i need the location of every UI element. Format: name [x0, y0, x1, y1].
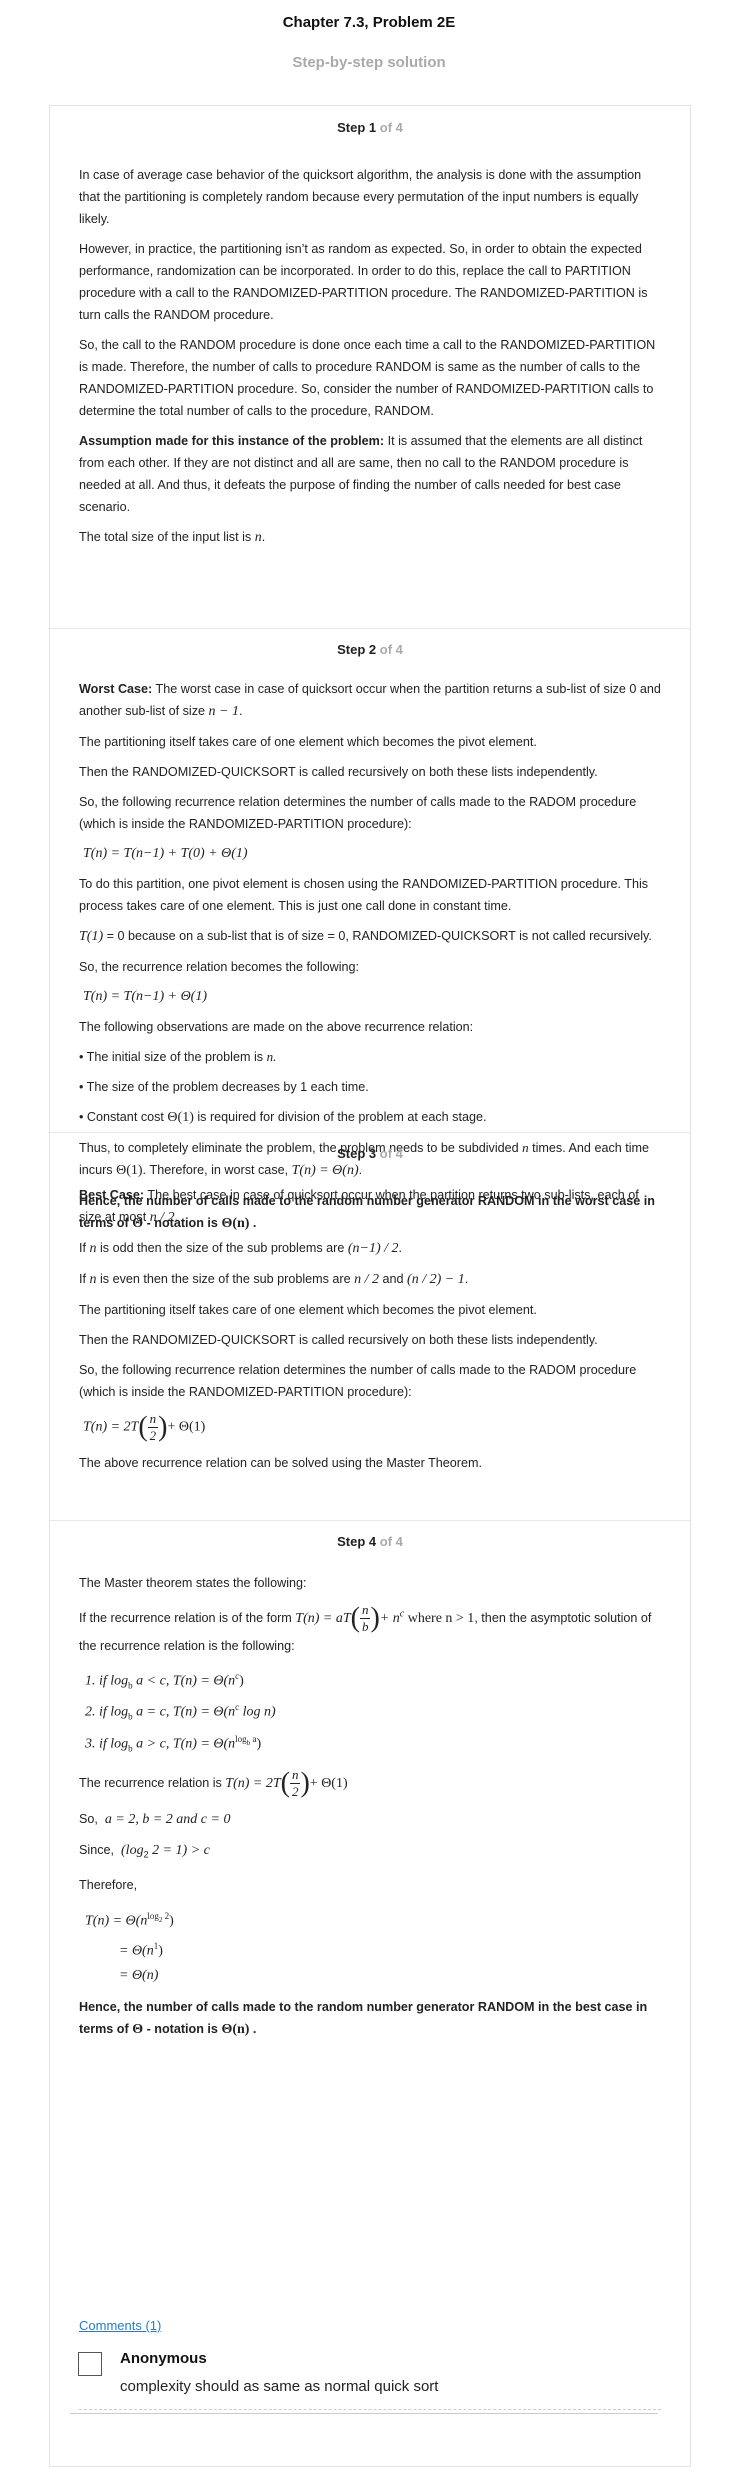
- recurrence-equation: T(n) = T(n−1) + T(0) + Θ(1): [83, 846, 248, 861]
- step-1: Step 1 of 4 In case of average case beha…: [50, 106, 690, 629]
- step-1-input-size: The total size of the input list is n.: [79, 530, 266, 545]
- page-subtitle: Step-by-step solution: [292, 54, 446, 71]
- observation-item: • Constant cost Θ(1) is required for div…: [79, 1110, 487, 1125]
- step-3-paragraph: If n is even then the size of the sub pr…: [79, 1272, 469, 1287]
- step-4-paragraph: Therefore,: [79, 1877, 138, 1892]
- step-4-paragraph: So, a = 2, b = 2 and c = 0: [79, 1812, 231, 1828]
- best-case-paragraph: Best Case: The best case in case of quic…: [79, 1188, 639, 1225]
- step-2: Step 2 of 4 Worst Case: The worst case i…: [50, 628, 690, 1231]
- step-1-heading: Step 1 of 4: [337, 120, 403, 135]
- step-2-paragraph: So, the following recurrence relation de…: [79, 795, 637, 831]
- page-title: Chapter 7.3, Problem 2E: [282, 14, 456, 31]
- comment-author: Anonymous: [120, 2350, 207, 2367]
- step-3: Step 3 of 4 Best Case: The best case in …: [50, 1132, 690, 1521]
- comment-text: complexity should as same as normal quic…: [120, 2378, 439, 2395]
- step-4-paragraph: Since, (log2 2 = 1) > c: [79, 1843, 210, 1860]
- derivation: T(n) = Θ(nlog2 2) = Θ(n1) = Θ(n): [85, 1910, 174, 1984]
- case-3: 3. if logb a > c, T(n) = Θ(nlogb a): [85, 1733, 262, 1754]
- step-2-paragraph: T(1) = 0 because on a sub-list that is o…: [79, 929, 652, 944]
- step-4-paragraph: The Master theorem states the following:: [79, 1576, 307, 1590]
- step-3-paragraph: If n is odd then the size of the sub pro…: [79, 1241, 402, 1256]
- observation-item: • The size of the problem decreases by 1…: [79, 1080, 369, 1094]
- step-3-paragraph: So, the following recurrence relation de…: [79, 1363, 637, 1399]
- step-3-paragraph: The partitioning itself takes care of on…: [79, 1303, 537, 1317]
- step-2-paragraph: To do this partition, one pivot element …: [79, 877, 649, 913]
- observation-item: • The initial size of the problem is n.: [79, 1049, 277, 1064]
- best-case-conclusion: Hence, the number of calls made to the r…: [79, 2000, 648, 2038]
- step-2-heading: Step 2 of 4: [337, 642, 403, 657]
- step-1-assumption: Assumption made for this instance of the…: [79, 434, 643, 514]
- step-2-paragraph: So, the recurrence relation becomes the …: [79, 960, 360, 974]
- master-theorem-cases: 1. if logb a < c, T(n) = Θ(nc) 2. if log…: [85, 1665, 661, 1759]
- step-1-paragraph: In case of average case behavior of the …: [79, 168, 642, 226]
- comments-divider: [79, 2409, 661, 2410]
- step-4-paragraph: The recurrence relation is T(n) = 2T(n 2)…: [79, 1767, 348, 1800]
- step-3-heading: Step 3 of 4: [337, 1146, 403, 1161]
- step-1-paragraph: So, the call to the RANDOM procedure is …: [79, 338, 656, 418]
- step-1-paragraph: However, in practice, the partitioning i…: [79, 242, 648, 322]
- comment-divider: [70, 2413, 658, 2414]
- step-2-paragraph: Then the RANDOMIZED-QUICKSORT is called …: [79, 765, 598, 779]
- step-2-paragraph: The partitioning itself takes care of on…: [79, 735, 537, 749]
- comment-checkbox[interactable]: [78, 2352, 102, 2376]
- comments-link[interactable]: Comments (1): [79, 2318, 161, 2333]
- case-2: 2. if logb a = c, T(n) = Θ(nc log n): [85, 1702, 276, 1722]
- solution-container: Step 1 of 4 In case of average case beha…: [49, 105, 691, 2467]
- case-1: 1. if logb a < c, T(n) = Θ(nc): [85, 1671, 244, 1691]
- step-4-heading: Step 4 of 4: [337, 1534, 403, 1549]
- step-3-paragraph: Then the RANDOMIZED-QUICKSORT is called …: [79, 1333, 598, 1347]
- step-2-paragraph: The following observations are made on t…: [79, 1020, 474, 1034]
- step-3-paragraph: The above recurrence relation can be sol…: [79, 1456, 482, 1470]
- worst-case-paragraph: Worst Case: The worst case in case of qu…: [79, 682, 661, 719]
- master-theorem-form: If the recurrence relation is of the for…: [79, 1602, 652, 1653]
- recurrence-equation: T(n) = T(n−1) + Θ(1): [83, 989, 207, 1004]
- recurrence-equation: T(n) = 2T(n 2)+ Θ(1): [83, 1411, 206, 1443]
